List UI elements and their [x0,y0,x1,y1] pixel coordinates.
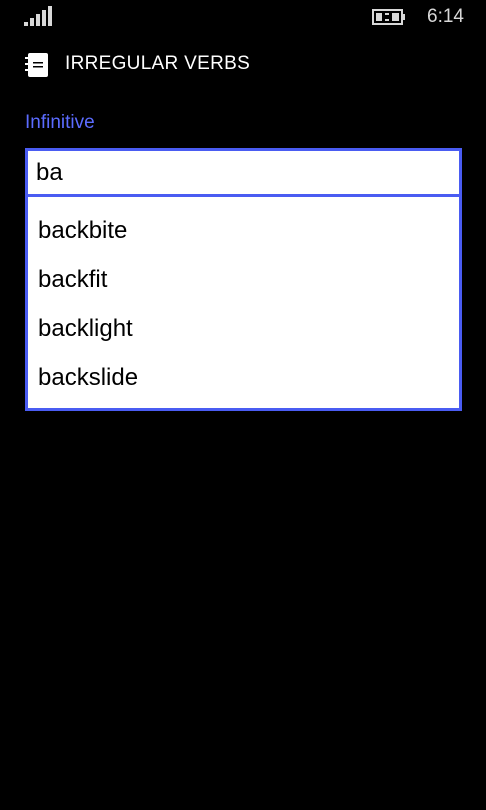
battery-charging-icon [372,9,405,25]
suggestion-item[interactable]: backfit [38,266,107,294]
clock: 6:14 [427,6,464,27]
notebook-icon [25,53,48,77]
suggestion-item[interactable]: backbite [38,217,127,245]
infinitive-label: Infinitive [25,112,95,133]
search-input-value: ba [36,159,63,186]
suggestion-item[interactable]: backslide [38,364,138,392]
signal-strength-icon [24,6,52,26]
app-title: IRREGULAR VERBS [65,53,251,74]
suggestion-list: backbite backfit backlight backslide [25,194,462,411]
suggestion-item[interactable]: backlight [38,315,133,343]
app-header: IRREGULAR VERBS [0,48,486,84]
status-bar: 6:14 [0,0,486,36]
infinitive-search-input[interactable]: ba [25,148,462,197]
